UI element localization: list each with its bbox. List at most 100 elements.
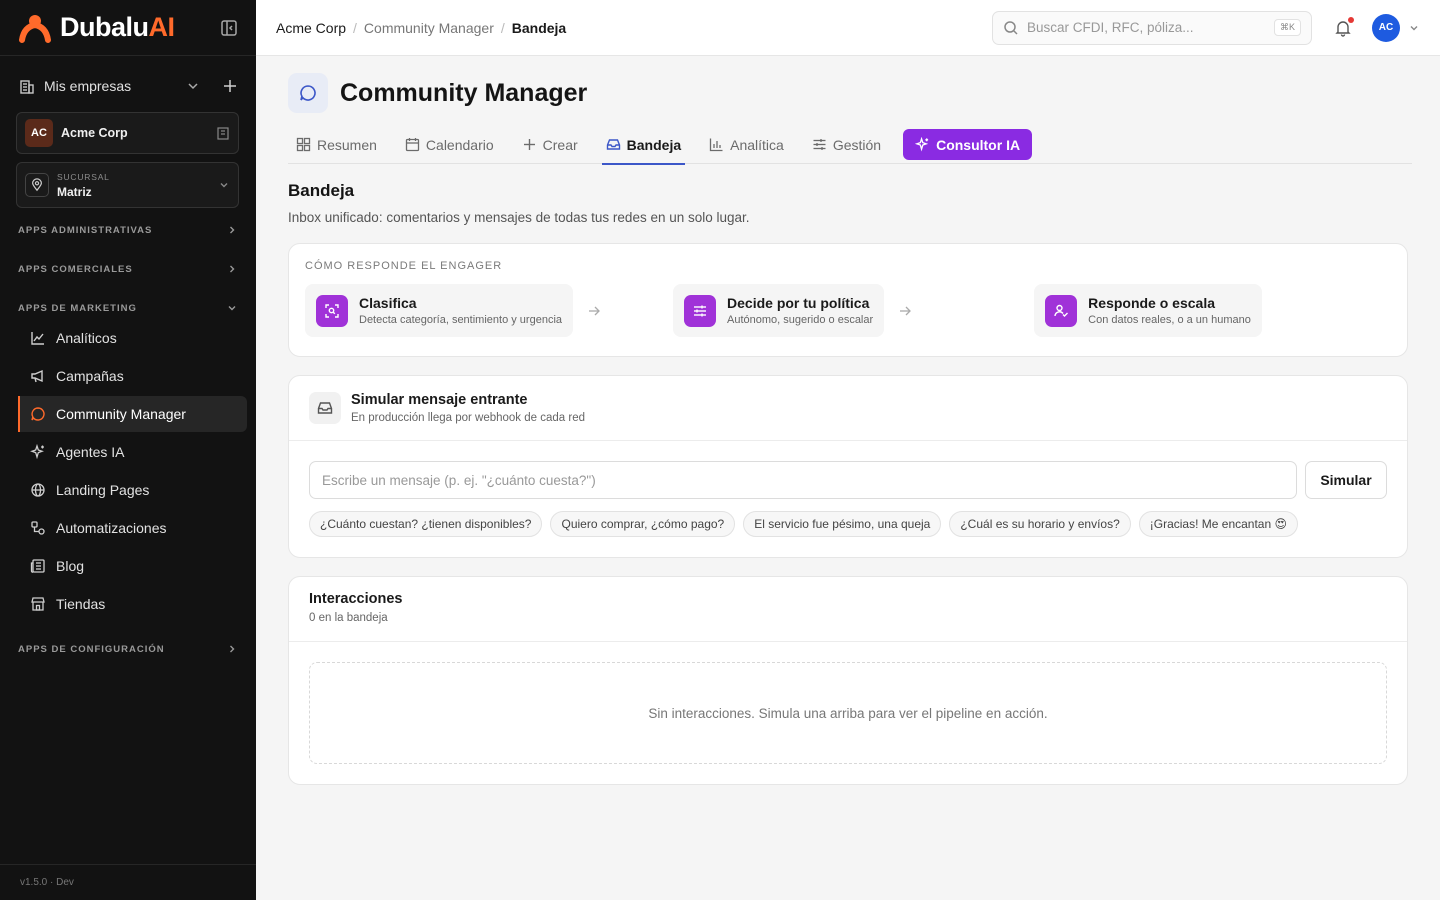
tab-label: Resumen <box>317 136 377 153</box>
interactions-header: Interacciones 0 en la bandeja <box>289 577 1407 642</box>
user-avatar[interactable]: AC <box>1372 13 1400 42</box>
tab-analitica[interactable]: Analítica <box>709 126 784 164</box>
collapse-sidebar-icon[interactable] <box>220 19 238 37</box>
inbox-icon <box>309 392 341 424</box>
sliders-icon <box>812 137 827 152</box>
simulator-card: Simular mensaje entrante En producción l… <box>288 375 1408 558</box>
sidebar-item-agentes-ia[interactable]: Agentes IA <box>18 434 247 470</box>
brand-name[interactable]: DubaluAI <box>60 12 175 43</box>
engager-steps: Clasifica Detecta categoría, sentimiento… <box>305 284 1391 337</box>
global-search[interactable]: Buscar CFDI, RFC, póliza... ⌘K <box>992 10 1312 45</box>
tab-label: Crear <box>542 136 578 153</box>
notification-dot <box>1348 16 1354 23</box>
chevron-down-icon <box>218 179 230 191</box>
bar-chart-icon <box>709 137 724 152</box>
chat-bubble-icon <box>30 406 46 422</box>
section-admin-apps[interactable]: APPS ADMINISTRATIVAS <box>18 220 238 240</box>
branch-selector[interactable]: SUCURSAL Matriz <box>16 162 239 208</box>
sidebar-item-label: Landing Pages <box>56 482 150 498</box>
chevron-down-icon[interactable] <box>1408 22 1420 34</box>
arrow-right-icon <box>587 304 601 318</box>
simulator-title: Simular mensaje entrante <box>351 392 528 408</box>
section-marketing-label: APPS DE MARKETING <box>18 302 137 314</box>
tab-label: Gestión <box>832 136 882 153</box>
breadcrumb: Acme Corp / Community Manager / Bandeja <box>276 20 566 36</box>
notifications-bell-icon[interactable] <box>1334 16 1354 37</box>
chevron-down-icon[interactable] <box>186 79 200 93</box>
dubalu-logo-icon <box>18 13 52 43</box>
section-commercial-apps[interactable]: APPS COMERCIALES <box>18 259 238 279</box>
simulate-button[interactable]: Simular <box>1305 461 1387 499</box>
step-subtitle: Autónomo, sugerido o escalar <box>727 314 874 326</box>
company-selector[interactable]: AC Acme Corp <box>16 112 239 154</box>
company-avatar: AC <box>25 119 53 147</box>
sample-chip[interactable]: ¡Gracias! Me encantan 😍 <box>1138 511 1298 537</box>
section-title: Bandeja <box>288 181 355 200</box>
map-pin-icon <box>25 173 49 197</box>
section-config-label: APPS DE CONFIGURACIÓN <box>18 643 165 655</box>
step-responde: Responde o escala Con datos reales, o a … <box>1034 284 1262 337</box>
tab-resumen[interactable]: Resumen <box>296 126 377 164</box>
chevron-down-icon <box>226 302 238 314</box>
tab-label: Analítica <box>730 136 784 153</box>
calendar-icon <box>405 137 420 152</box>
search-placeholder: Buscar CFDI, RFC, póliza... <box>1027 20 1194 35</box>
simulator-subtitle: En producción llega por webhook de cada … <box>351 412 585 424</box>
section-marketing-apps[interactable]: APPS DE MARKETING <box>18 298 238 318</box>
plus-icon <box>522 137 537 152</box>
tab-calendario[interactable]: Calendario <box>405 126 494 164</box>
engager-card: CÓMO RESPONDE EL ENGAGER Clasifica Detec… <box>288 243 1408 357</box>
tab-label: Bandeja <box>626 136 682 153</box>
simulator-body: Simular ¿Cuánto cuestan? ¿tienen disponi… <box>289 441 1407 557</box>
tab-gestion[interactable]: Gestión <box>812 126 881 164</box>
breadcrumb-company[interactable]: Acme Corp <box>276 20 346 36</box>
branch-label: SUCURSAL <box>57 171 110 182</box>
sidebar-item-label: Campañas <box>56 368 124 384</box>
line-chart-icon <box>30 330 46 346</box>
sample-chip[interactable]: Quiero comprar, ¿cómo pago? <box>550 511 736 537</box>
step-subtitle: Detecta categoría, sentimiento y urgenci… <box>359 314 563 326</box>
engager-label: CÓMO RESPONDE EL ENGAGER <box>305 260 503 272</box>
breadcrumb-current: Bandeja <box>511 19 567 36</box>
sparkles-icon <box>915 137 930 152</box>
companies-label: Mis empresas <box>44 78 132 94</box>
section-commercial-label: APPS COMERCIALES <box>18 263 133 275</box>
step-subtitle: Con datos reales, o a un humano <box>1088 314 1251 326</box>
sidebar-item-landing-pages[interactable]: Landing Pages <box>18 472 247 508</box>
inbox-icon <box>606 137 621 152</box>
tab-crear[interactable]: Crear <box>522 126 578 164</box>
chat-bubble-icon <box>288 73 328 113</box>
chevron-right-icon <box>226 263 238 275</box>
consultor-ia-label: Consultor IA <box>936 136 1021 153</box>
sample-chip[interactable]: ¿Cuánto cuestan? ¿tienen disponibles? <box>309 511 543 537</box>
companies-row[interactable]: Mis empresas <box>18 70 238 102</box>
page-header: Community Manager <box>288 72 1412 114</box>
scan-search-icon <box>316 294 348 327</box>
sidebar-item-label: Analíticos <box>56 330 117 346</box>
module-tabs: Resumen Calendario Crear Bandeja Analíti… <box>288 126 1412 165</box>
newspaper-icon <box>30 558 46 574</box>
sidebar-item-campanas[interactable]: Campañas <box>18 358 247 394</box>
sidebar-item-automatizaciones[interactable]: Automatizaciones <box>18 510 247 546</box>
tab-label: Calendario <box>425 136 494 153</box>
add-company-icon[interactable] <box>222 78 238 94</box>
tab-bandeja[interactable]: Bandeja <box>601 126 686 165</box>
sliders-icon <box>684 294 717 327</box>
company-name: Acme Corp <box>61 126 128 140</box>
sidebar-item-community-manager[interactable]: Community Manager <box>18 396 247 432</box>
step-title: Decide por tu política <box>727 295 870 311</box>
message-input[interactable] <box>309 461 1297 499</box>
section-admin-label: APPS ADMINISTRATIVAS <box>18 224 153 236</box>
breadcrumb-module[interactable]: Community Manager <box>364 20 494 36</box>
sidebar-item-analiticos[interactable]: Analíticos <box>18 320 247 356</box>
building-icon <box>216 126 230 140</box>
sample-chip[interactable]: ¿Cuál es su horario y envíos? <box>949 511 1131 537</box>
sidebar-item-tiendas[interactable]: Tiendas <box>18 586 247 622</box>
main-content: Community Manager Resumen Calendario Cre… <box>288 72 1412 785</box>
section-config-apps[interactable]: APPS DE CONFIGURACIÓN <box>18 639 238 659</box>
store-icon <box>30 596 46 612</box>
chevron-right-icon <box>226 224 238 236</box>
consultor-ia-button[interactable]: Consultor IA <box>903 129 1033 160</box>
sample-chip[interactable]: El servicio fue pésimo, una queja <box>743 511 942 537</box>
sidebar-item-blog[interactable]: Blog <box>18 548 247 584</box>
